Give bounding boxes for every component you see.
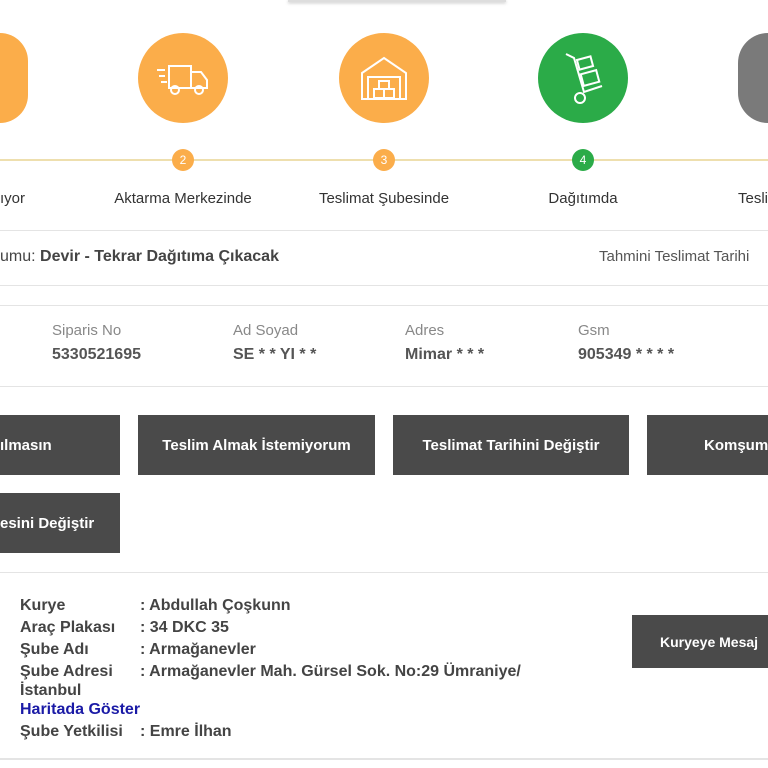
step-4-label: Dağıtımda	[548, 190, 618, 207]
step-1-label: ıyor	[0, 190, 26, 207]
message-courier-button[interactable]: Kuryeye Mesaj	[632, 615, 768, 668]
show-on-map-link[interactable]: Haritada Göster	[20, 699, 521, 721]
change-branch-button[interactable]: esini Değiştir	[0, 493, 120, 553]
name-label: Ad Soyad	[233, 322, 299, 339]
branch-address-value: : Armağanevler Mah. Gürsel Sok. No:29 Üm…	[140, 663, 521, 680]
courier-info: Kurye : Abdullah Çoşkunn Araç Plakası : 34…	[20, 595, 521, 743]
status-text: umu: Devir - Tekrar Dağıtıma Çıkacak	[0, 248, 279, 266]
divider	[0, 285, 768, 286]
estimated-delivery-label: Tahmini Teslimat Tarihi	[599, 248, 750, 265]
branch-value: : Armağanevler	[140, 641, 256, 658]
change-delivery-date-button[interactable]: Teslimat Tarihini Değiştir	[393, 415, 629, 475]
manager-key: Şube Yetkilisi	[20, 723, 123, 740]
top-tab-shadow	[288, 0, 506, 2]
manager-value: : Emre İlhan	[140, 723, 232, 740]
gsm-label: Gsm	[578, 322, 610, 339]
neighbor-button[interactable]: Komşum	[647, 415, 768, 475]
step-2-label: Aktarma Merkezinde	[114, 190, 252, 207]
gsm-value: 905349 * * * *	[578, 346, 675, 363]
step-3-number: 3	[373, 149, 395, 171]
divider	[0, 572, 768, 573]
address-label: Adres	[405, 322, 445, 339]
package-icon	[738, 33, 768, 123]
hand-truck-icon	[538, 33, 628, 123]
courier-key: Kurye	[20, 597, 66, 614]
divider	[0, 386, 768, 387]
warehouse-icon	[339, 33, 429, 123]
status-value: Devir - Tekrar Dağıtıma Çıkacak	[40, 248, 279, 265]
divider	[0, 758, 768, 760]
order-no-label: Siparis No	[52, 322, 122, 339]
branch-address-cont: İstanbul	[20, 682, 82, 699]
refuse-delivery-button[interactable]: Teslim Almak İstemiyorum	[138, 415, 375, 475]
plate-value: : 34 DKC 35	[140, 619, 229, 636]
order-no-value: 5330521695	[52, 346, 141, 363]
action-button-1[interactable]: ılmasın	[0, 415, 120, 475]
branch-key: Şube Adı	[20, 641, 89, 658]
step-4-number: 4	[572, 149, 594, 171]
step-2-number: 2	[172, 149, 194, 171]
courier-value: : Abdullah Çoşkunn	[140, 597, 291, 614]
change-branch-label: esini Değiştir	[0, 514, 95, 532]
step-1-box-icon	[0, 33, 28, 123]
status-label: umu:	[0, 248, 36, 265]
name-value: SE * * YI * *	[233, 346, 317, 363]
divider	[0, 305, 768, 306]
step-3-label: Teslimat Şubesinde	[318, 190, 450, 207]
truck-icon	[138, 33, 228, 123]
branch-address-key: Şube Adresi	[20, 663, 113, 680]
address-value: Mimar * * *	[405, 346, 485, 363]
action-button-1-label: ılmasın	[0, 436, 52, 454]
divider	[0, 230, 768, 231]
plate-key: Araç Plakası	[20, 619, 116, 636]
step-5-label: Tesli	[738, 190, 768, 207]
